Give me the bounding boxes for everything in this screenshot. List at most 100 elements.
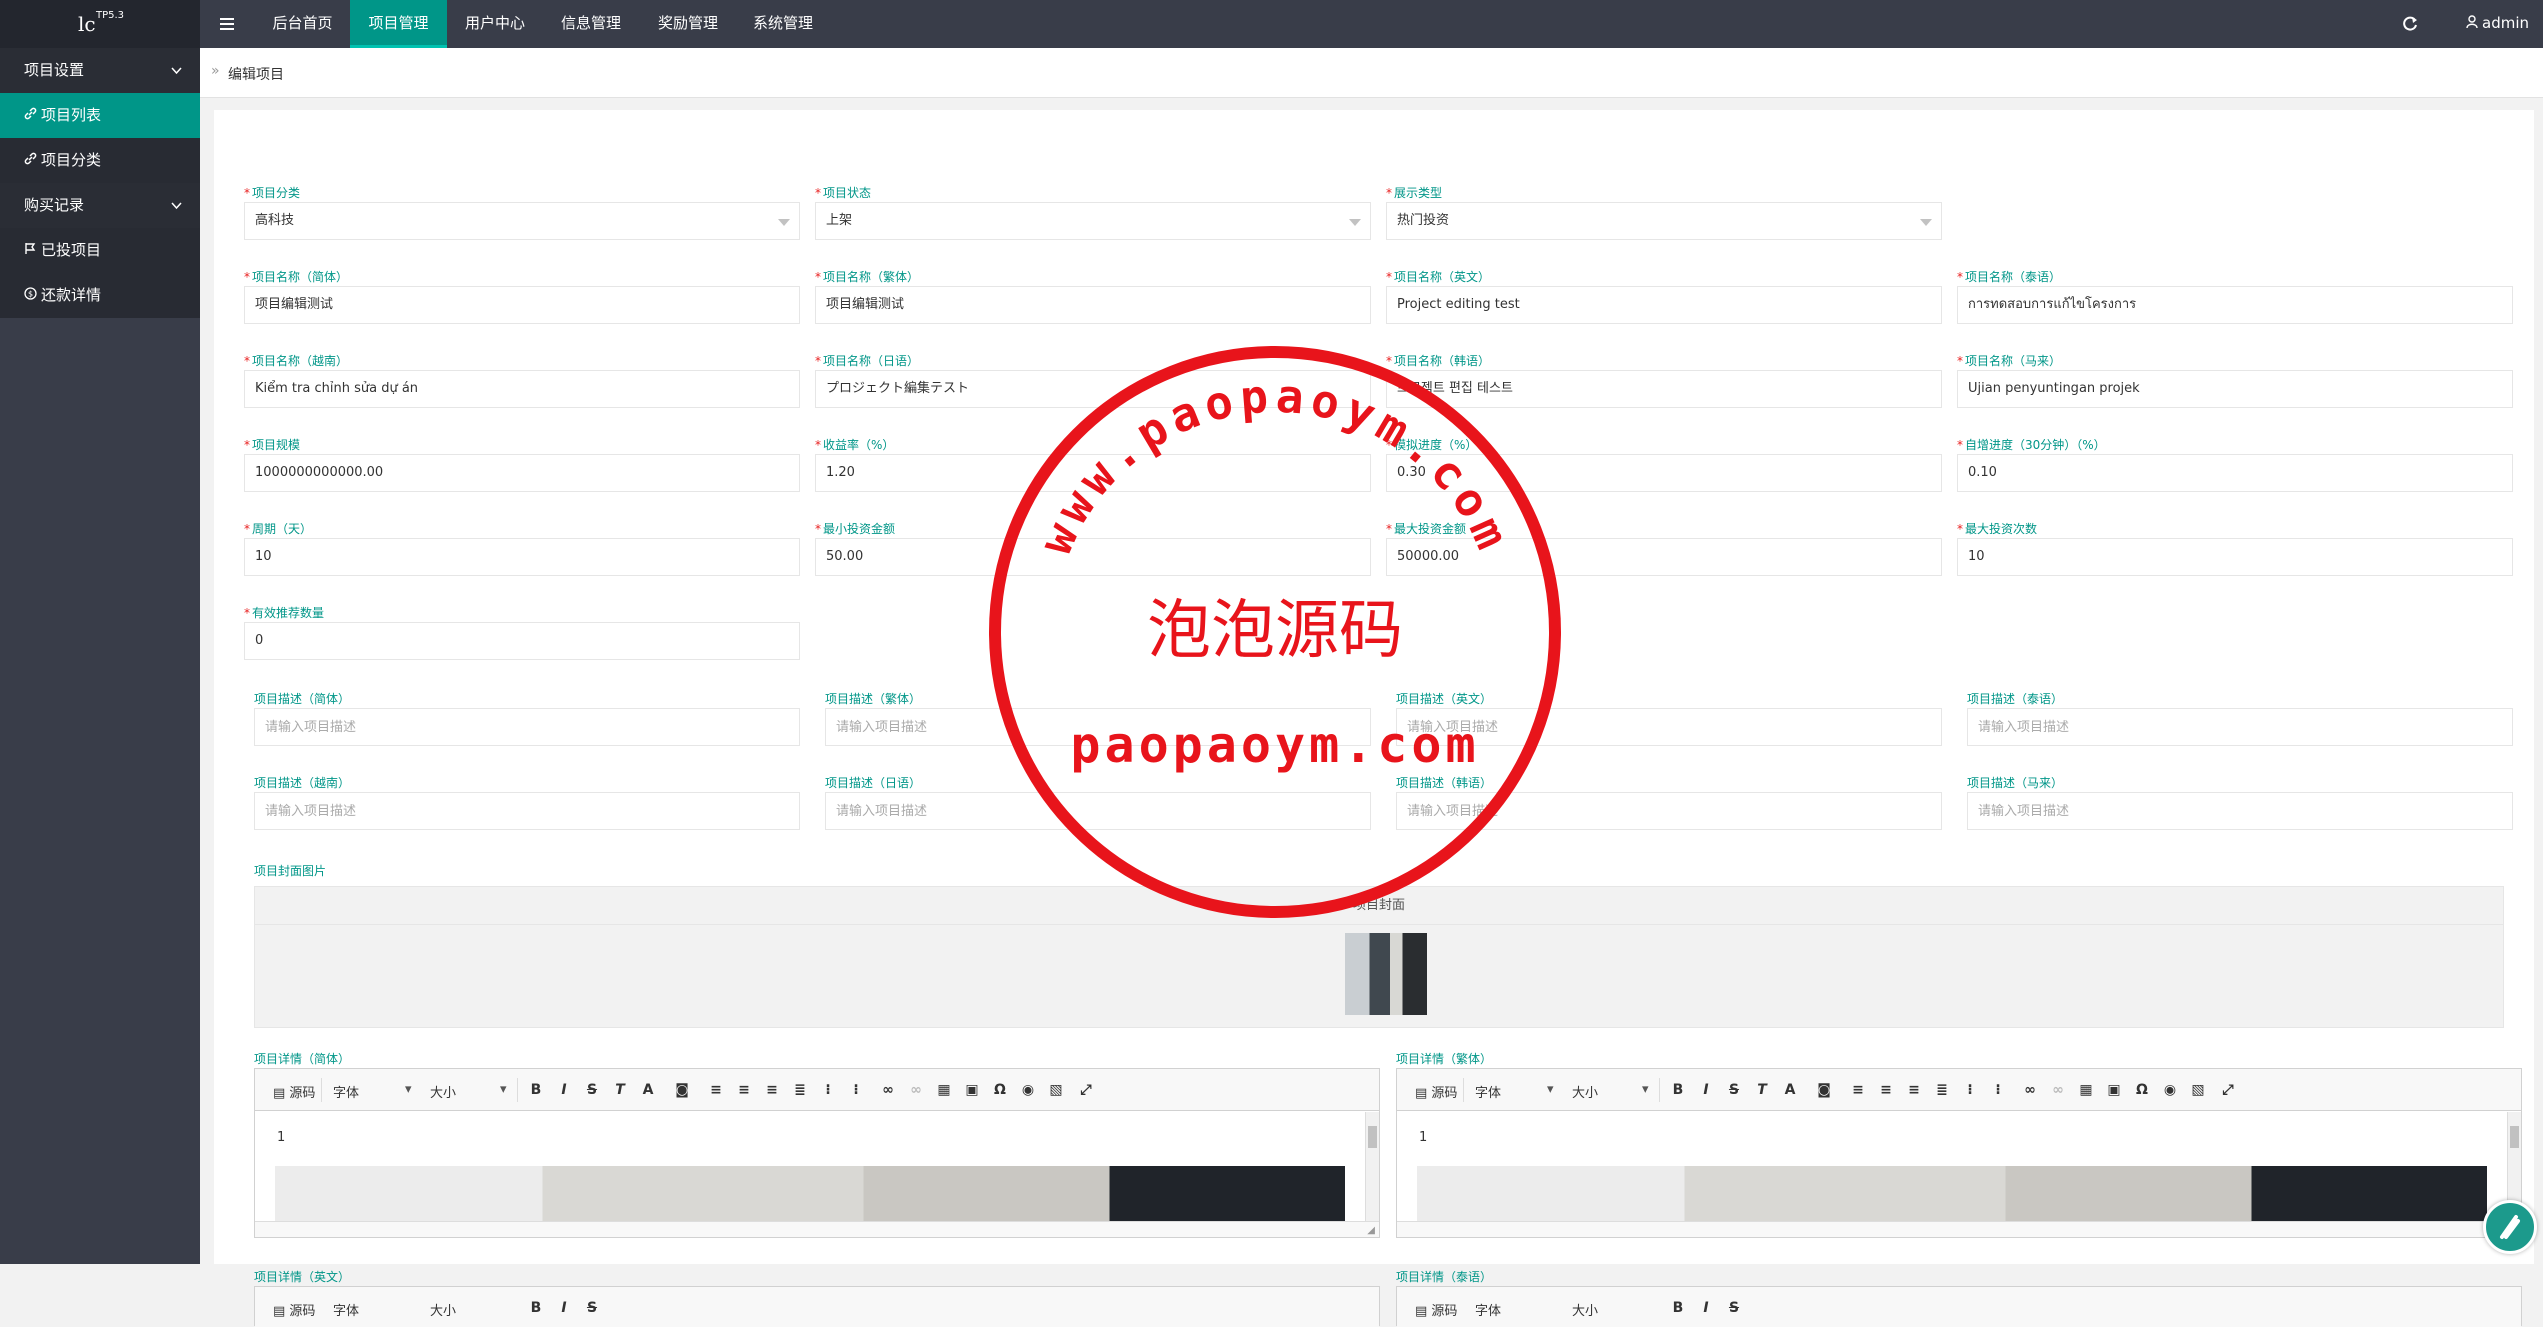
size-dropdown[interactable]: 大小 (1572, 1300, 1598, 1319)
min-invest-input[interactable]: 50.00 (815, 538, 1371, 576)
nav-item-user-center[interactable]: 用户中心 (450, 0, 540, 48)
name-ms-input[interactable]: Ujian penyuntingan projek (1957, 370, 2513, 408)
nav-item-reward-management[interactable]: 奖励管理 (642, 0, 734, 48)
name-ja-input[interactable]: プロジェクト編集テスト (815, 370, 1371, 408)
font-dropdown[interactable]: 字体 (333, 1082, 359, 1101)
sidebar-group-project-settings[interactable]: 项目设置 (0, 48, 200, 93)
size-dropdown[interactable]: 大小 (430, 1300, 456, 1319)
auto-progress-input[interactable]: 0.10 (1957, 454, 2513, 492)
link-icon[interactable]: ∞ (2021, 1081, 2039, 1099)
bulleted-list-icon[interactable]: ⁝ (847, 1081, 865, 1099)
font-dropdown[interactable]: 字体 (333, 1300, 359, 1319)
link-icon[interactable]: ∞ (879, 1081, 897, 1099)
sidebar-item-project-category[interactable]: 项目分类 (0, 138, 200, 183)
bold-icon[interactable]: B (1669, 1299, 1687, 1317)
bold-icon[interactable]: B (527, 1081, 545, 1099)
text-color-icon[interactable]: A (1781, 1081, 1799, 1099)
user-menu[interactable]: admin (2466, 0, 2529, 48)
desc-tw-input[interactable] (825, 708, 1371, 746)
strikethrough-icon[interactable]: S (1725, 1299, 1743, 1317)
desc-vi-input[interactable] (254, 792, 800, 830)
display-type-value[interactable]: 热门投资 (1386, 202, 1942, 240)
sim-progress-input[interactable]: 0.30 (1386, 454, 1942, 492)
editor-scrollbar[interactable] (1365, 1112, 1379, 1222)
font-dropdown[interactable]: 字体 (1475, 1082, 1501, 1101)
strikethrough-icon[interactable]: S (583, 1081, 601, 1099)
strikethrough-icon[interactable]: S (1725, 1081, 1743, 1099)
nav-item-info-management[interactable]: 信息管理 (546, 0, 636, 48)
bulleted-list-icon[interactable]: ⁝ (1989, 1081, 2007, 1099)
align-center-icon[interactable]: ≡ (735, 1081, 753, 1099)
name-ko-input[interactable]: 프로젝트 편집 테스트 (1386, 370, 1942, 408)
max-invest-input[interactable]: 50000.00 (1386, 538, 1942, 576)
detail-th-editor[interactable]: ▤ 源码 字体 大小 B I S (1396, 1286, 2522, 1327)
desc-ja-input[interactable] (825, 792, 1371, 830)
fullscreen-icon[interactable]: ⤢ (1077, 1081, 1095, 1099)
name-cn-input[interactable]: 项目编辑测试 (244, 286, 800, 324)
desc-en-input[interactable] (1396, 708, 1942, 746)
table-icon[interactable]: ▦ (2077, 1081, 2095, 1099)
align-left-icon[interactable]: ≡ (1849, 1081, 1867, 1099)
cover-upload-area[interactable]: 项目封面 (254, 886, 2504, 1028)
clear-format-icon[interactable]: T (611, 1081, 629, 1099)
resize-grip-icon[interactable]: ◢ (1367, 1225, 1375, 1236)
sidebar-group-purchase-records[interactable]: 购买记录 (0, 183, 200, 228)
name-tw-input[interactable]: 项目编辑测试 (815, 286, 1371, 324)
detail-tw-editor[interactable]: ▤ 源码 字体 ▾ 大小 ▾ B I S T A ◙ ≡ ≡ ≡ ≣ ⁝ ⁝ ∞ (1396, 1068, 2522, 1238)
italic-icon[interactable]: I (555, 1081, 573, 1099)
bg-color-icon[interactable]: ◙ (673, 1081, 691, 1099)
italic-icon[interactable]: I (1697, 1299, 1715, 1317)
name-th-input[interactable]: การทดสอบการแก้ไขโครงการ (1957, 286, 2513, 324)
max-times-input[interactable]: 10 (1957, 538, 2513, 576)
ordered-list-icon[interactable]: ⁝ (1961, 1081, 1979, 1099)
recommend-input[interactable]: 0 (244, 622, 800, 660)
align-right-icon[interactable]: ≡ (763, 1081, 781, 1099)
desc-ko-input[interactable] (1396, 792, 1942, 830)
desc-th-input[interactable] (1967, 708, 2513, 746)
align-left-icon[interactable]: ≡ (707, 1081, 725, 1099)
bold-icon[interactable]: B (527, 1299, 545, 1317)
rate-input[interactable]: 1.20 (815, 454, 1371, 492)
compass-icon[interactable]: ◉ (1019, 1081, 1037, 1099)
clear-format-icon[interactable]: T (1753, 1081, 1771, 1099)
refresh-icon[interactable] (2397, 11, 2423, 37)
desc-cn-input[interactable] (254, 708, 800, 746)
sidebar-item-invested-projects[interactable]: 已投项目 (0, 228, 200, 273)
special-char-icon[interactable]: Ω (991, 1081, 1009, 1099)
compass-icon[interactable]: ◉ (2161, 1081, 2179, 1099)
nav-item-system-management[interactable]: 系统管理 (738, 0, 828, 48)
editor-body[interactable]: 1 (255, 1112, 1365, 1222)
sidebar-item-project-list[interactable]: 项目列表 (0, 93, 200, 138)
cover-image[interactable] (1345, 933, 1427, 1015)
table-icon[interactable]: ▦ (935, 1081, 953, 1099)
align-center-icon[interactable]: ≡ (1877, 1081, 1895, 1099)
size-dropdown[interactable]: 大小 (1572, 1082, 1598, 1101)
justify-icon[interactable]: ≣ (1933, 1081, 1951, 1099)
source-button[interactable]: ▤ 源码 (273, 1082, 315, 1101)
bg-color-icon[interactable]: ◙ (1815, 1081, 1833, 1099)
justify-icon[interactable]: ≣ (791, 1081, 809, 1099)
fullscreen-icon[interactable]: ⤢ (2219, 1081, 2237, 1099)
nav-item-home[interactable]: 后台首页 (256, 0, 349, 48)
editor-body[interactable]: 1 (1397, 1112, 2507, 1222)
source-button[interactable]: ▤ 源码 (1415, 1300, 1457, 1319)
italic-icon[interactable]: I (1697, 1081, 1715, 1099)
unlink-icon[interactable]: ∞ (2049, 1081, 2067, 1099)
image-icon[interactable]: ▣ (963, 1081, 981, 1099)
image-icon[interactable]: ▣ (2105, 1081, 2123, 1099)
sidebar-item-repayment-details[interactable]: $ 还款详情 (0, 273, 200, 318)
unlink-icon[interactable]: ∞ (907, 1081, 925, 1099)
menu-toggle-icon[interactable] (208, 0, 248, 48)
desc-ms-input[interactable] (1967, 792, 2513, 830)
status-value[interactable]: 上架 (815, 202, 1371, 240)
source-button[interactable]: ▤ 源码 (273, 1300, 315, 1319)
name-en-input[interactable]: Project editing test (1386, 286, 1942, 324)
logo[interactable]: lc TP5.3 (0, 0, 200, 48)
name-vi-input[interactable]: Kiểm tra chỉnh sửa dự án (244, 370, 800, 408)
strikethrough-icon[interactable]: S (583, 1299, 601, 1317)
align-right-icon[interactable]: ≡ (1905, 1081, 1923, 1099)
detail-cn-editor[interactable]: ▤ 源码 字体 ▾ 大小 ▾ B I S T A ◙ ≡ ≡ ≡ ≣ ⁝ ⁝ ∞ (254, 1068, 1380, 1238)
source-button[interactable]: ▤ 源码 (1415, 1082, 1457, 1101)
text-color-icon[interactable]: A (639, 1081, 657, 1099)
ordered-list-icon[interactable]: ⁝ (819, 1081, 837, 1099)
